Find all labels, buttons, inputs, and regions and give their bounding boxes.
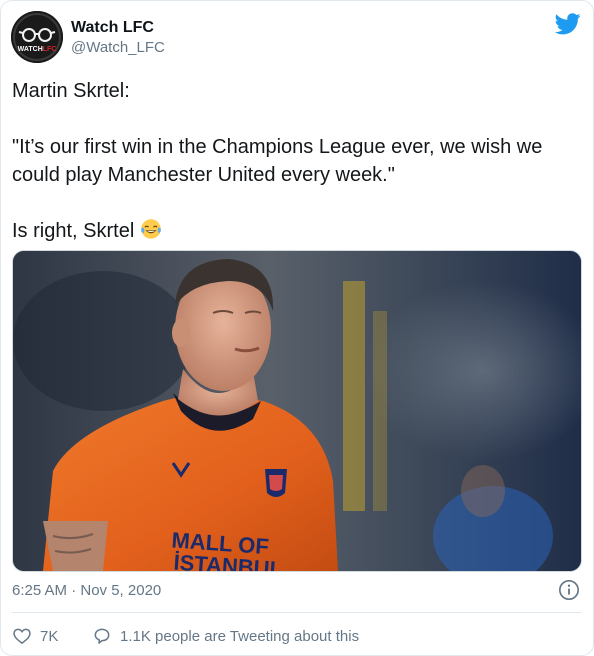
tweet-timestamp[interactable]: 6:25 AM · Nov 5, 2020 bbox=[12, 581, 161, 601]
tweeting-about-button[interactable]: 1.1K people are Tweeting about this bbox=[92, 624, 359, 648]
like-count: 7K bbox=[40, 627, 59, 645]
svg-text:WATCHLFC: WATCHLFC bbox=[18, 46, 57, 53]
speech-bubble-icon bbox=[94, 628, 110, 644]
watchlfc-logo-icon: WATCHLFC bbox=[11, 11, 63, 63]
info-icon[interactable] bbox=[558, 579, 580, 601]
tweet-body: Martin Skrtel: "It’s our first win in th… bbox=[12, 80, 543, 242]
avatar[interactable]: WATCHLFC bbox=[11, 11, 63, 63]
face-with-tears-of-joy-icon bbox=[140, 219, 161, 239]
display-name[interactable]: Watch LFC bbox=[71, 18, 165, 38]
twitter-bird-icon[interactable] bbox=[555, 13, 581, 35]
people-tweeting-text: 1.1K people are Tweeting about this bbox=[120, 627, 360, 645]
tweet-card: WATCHLFC Watch LFC @Watch_LFC Martin Skr… bbox=[0, 0, 594, 656]
player-photo: MALL OF İSTANBUL bbox=[13, 251, 581, 571]
tweet-actions: 7K 1.1K people are Tweeting about this bbox=[12, 624, 582, 648]
like-button[interactable]: 7K bbox=[12, 624, 58, 648]
author-names: Watch LFC @Watch_LFC bbox=[71, 18, 165, 58]
tweet-photo[interactable]: MALL OF İSTANBUL bbox=[12, 250, 582, 572]
tweet-text: Martin Skrtel: "It’s our first win in th… bbox=[12, 77, 582, 245]
heart-icon bbox=[13, 628, 31, 645]
tweet-header: WATCHLFC Watch LFC @Watch_LFC bbox=[11, 11, 581, 67]
divider bbox=[12, 612, 582, 613]
handle[interactable]: @Watch_LFC bbox=[71, 38, 165, 58]
